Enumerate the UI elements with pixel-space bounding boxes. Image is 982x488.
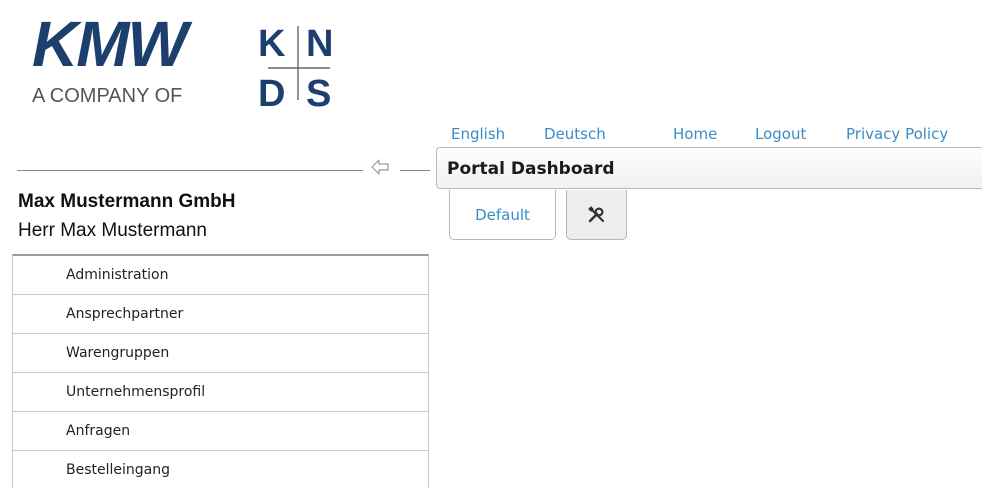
kmw-logo[interactable]: KMW A COMPANY OF K N D S: [30, 12, 350, 112]
home-link[interactable]: Home: [673, 125, 717, 143]
page-title: Portal Dashboard: [447, 159, 615, 179]
logout-link[interactable]: Logout: [755, 125, 806, 143]
tools-button[interactable]: [566, 190, 627, 240]
logo-tagline: A COMPANY OF: [32, 85, 183, 107]
svg-text:D: D: [258, 73, 285, 112]
svg-text:N: N: [306, 23, 333, 65]
user-name: Herr Max Mustermann: [18, 220, 207, 241]
svg-text:S: S: [306, 73, 331, 112]
tab-default[interactable]: Default: [449, 190, 556, 240]
sidebar-divider: [17, 170, 363, 171]
lang-deutsch-link[interactable]: Deutsch: [544, 125, 606, 143]
company-name: Max Mustermann GmbH: [18, 191, 236, 212]
page: KMW A COMPANY OF K N D S English Deutsch…: [0, 0, 982, 488]
sidebar-item-unternehmensprofil[interactable]: Unternehmensprofil: [13, 373, 428, 412]
sidebar-divider-right: [400, 170, 430, 171]
knds-logo: K N D S: [258, 23, 333, 112]
tools-icon: [588, 206, 605, 223]
sidebar-item-ansprechpartner[interactable]: Ansprechpartner: [13, 295, 428, 334]
dashboard-header: Portal Dashboard: [436, 147, 982, 189]
sidebar-item-bestelleingang[interactable]: Bestelleingang: [13, 451, 428, 488]
arrow-left-icon[interactable]: [369, 157, 393, 177]
lang-english-link[interactable]: English: [451, 125, 505, 143]
privacy-policy-link[interactable]: Privacy Policy: [846, 125, 948, 143]
sidebar-item-administration[interactable]: Administration: [13, 256, 428, 295]
sidebar-item-anfragen[interactable]: Anfragen: [13, 412, 428, 451]
sidebar-menu: Administration Ansprechpartner Warengrup…: [12, 254, 429, 488]
svg-text:K: K: [258, 23, 286, 65]
logo-brand: KMW: [32, 8, 188, 80]
sidebar-item-warengruppen[interactable]: Warengruppen: [13, 334, 428, 373]
